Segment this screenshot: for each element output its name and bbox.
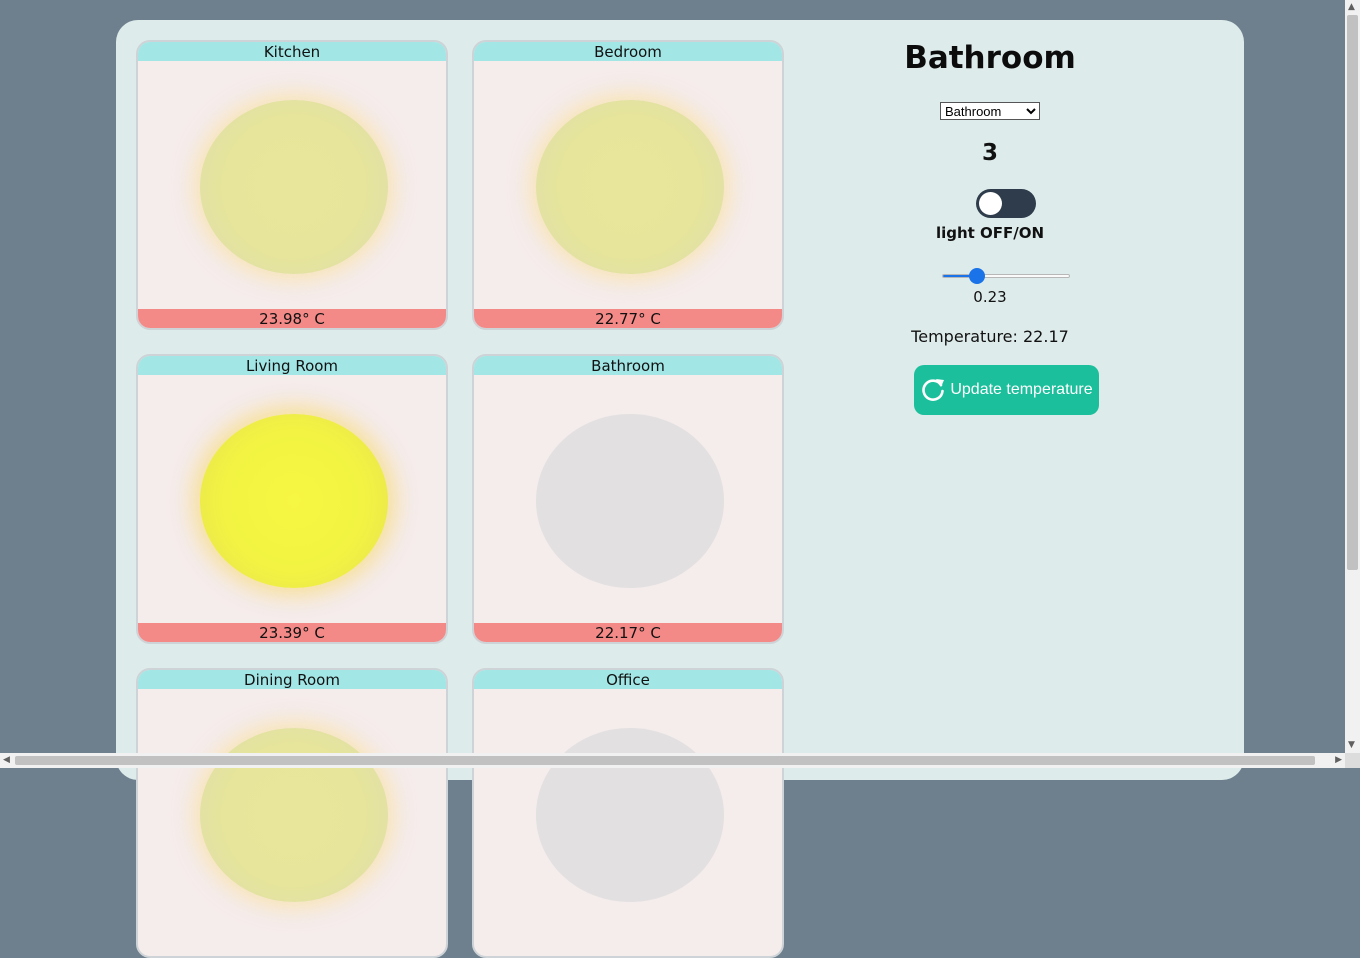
scrollbar-corner [1345, 753, 1360, 768]
room-card-title: Bathroom [474, 356, 782, 375]
light-toggle-label: light OFF/ON [935, 224, 1045, 242]
room-temperature: 23.98° C [138, 309, 446, 328]
brightness-slider[interactable] [942, 268, 1070, 284]
room-card-title: Dining Room [138, 670, 446, 689]
room-card-bedroom[interactable]: Bedroom 22.77° C [472, 40, 784, 330]
room-card-title: Living Room [138, 356, 446, 375]
room-card-living-room[interactable]: Living Room 23.39° C [136, 354, 448, 644]
room-select[interactable]: Bathroom [940, 102, 1040, 120]
room-select-wrapper: Bathroom [813, 101, 1167, 120]
room-temperature: 23.39° C [138, 623, 446, 642]
room-card-office[interactable]: Office [472, 668, 784, 958]
vertical-scrollbar[interactable]: ▲ ▼ [1345, 0, 1360, 753]
light-bulb-icon [200, 100, 388, 274]
room-temperature: 22.77° C [474, 309, 782, 328]
scroll-right-icon[interactable]: ▶ [1335, 753, 1342, 768]
scroll-left-icon[interactable]: ◀ [3, 753, 10, 768]
scroll-up-icon[interactable]: ▲ [1348, 0, 1355, 15]
temperature-readout: Temperature: 22.17 [911, 327, 1069, 346]
selected-room-title: Bathroom [904, 40, 1076, 76]
room-card-kitchen[interactable]: Kitchen 23.98° C [136, 40, 448, 330]
room-temperature: 22.17° C [474, 623, 782, 642]
light-toggle-switch[interactable] [976, 189, 1036, 218]
update-button-label: Update temperature [950, 381, 1093, 398]
room-card-dining-room[interactable]: Dining Room [136, 668, 448, 958]
refresh-icon [922, 379, 945, 401]
light-bulb-icon [536, 414, 724, 588]
room-card-title: Office [474, 670, 782, 689]
toggle-knob[interactable] [979, 192, 1002, 215]
room-card-title: Bedroom [474, 42, 782, 61]
light-level: 3 [981, 140, 998, 166]
light-bulb-icon [536, 100, 724, 274]
horizontal-scrollbar[interactable]: ◀ ▶ [0, 753, 1345, 768]
vertical-scroll-thumb[interactable] [1347, 15, 1358, 570]
slider-thumb[interactable] [968, 268, 985, 284]
brightness-value: 0.23 [973, 288, 1007, 306]
room-card-bathroom[interactable]: Bathroom 22.17° C [472, 354, 784, 644]
update-temperature-button[interactable]: Update temperature [914, 365, 1099, 415]
light-bulb-icon [200, 414, 388, 588]
room-card-title: Kitchen [138, 42, 446, 61]
scroll-down-icon[interactable]: ▼ [1348, 738, 1355, 753]
horizontal-scroll-thumb[interactable] [15, 756, 1315, 765]
